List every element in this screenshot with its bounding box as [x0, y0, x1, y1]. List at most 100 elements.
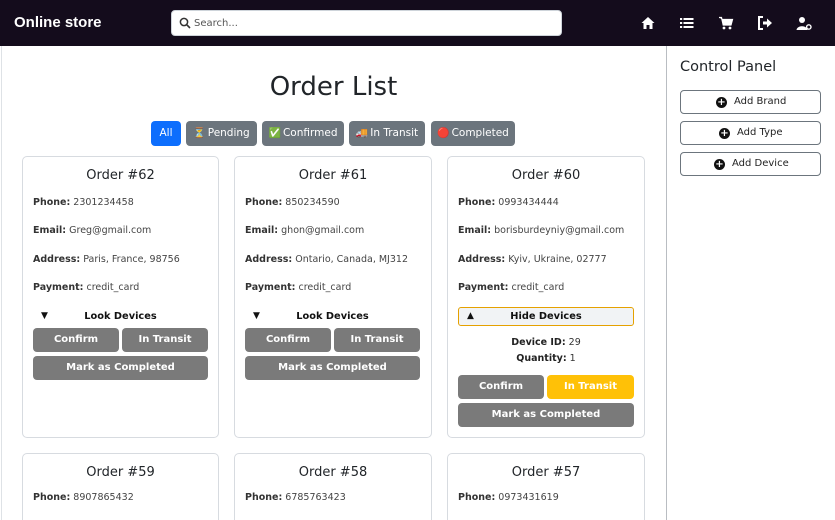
- email-label: Email:: [245, 225, 279, 236]
- order-phone: Phone: 2301234458: [33, 197, 134, 208]
- order-card: Order #61 Phone: 850234590 Email: ghon@g…: [234, 156, 432, 438]
- filter-pending-button[interactable]: ⏳ Pending: [186, 121, 257, 146]
- payment-value: credit_card: [511, 282, 565, 293]
- search-input[interactable]: [194, 11, 554, 35]
- filter-confirmed-button[interactable]: ✅ Confirmed: [262, 121, 344, 146]
- logout-icon[interactable]: [757, 15, 773, 31]
- order-phone: Phone: 850234590: [245, 197, 340, 208]
- phone-value: 2301234458: [73, 197, 134, 208]
- phone-label: Phone:: [33, 197, 71, 208]
- filter-in-transit-button[interactable]: 🚚 In Transit: [349, 121, 425, 146]
- order-email: Email: Greg@gmail.com: [33, 225, 151, 236]
- email-value: ghon@gmail.com: [281, 225, 365, 236]
- confirm-button[interactable]: Confirm: [33, 328, 119, 352]
- plus-circle-icon: +: [719, 128, 730, 139]
- hourglass-icon: ⏳: [193, 128, 206, 139]
- phone-label: Phone:: [458, 492, 496, 503]
- filter-label: All: [159, 127, 173, 139]
- order-payment: Payment: credit_card: [458, 282, 564, 293]
- control-panel-title: Control Panel: [680, 59, 777, 75]
- button-label: Add Device: [732, 158, 789, 169]
- add-device-button[interactable]: + Add Device: [680, 152, 821, 176]
- order-phone: Phone: 0973431619: [458, 492, 559, 503]
- mark-completed-button[interactable]: Mark as Completed: [245, 356, 420, 380]
- home-icon[interactable]: [640, 15, 656, 31]
- device-id-label: Device ID:: [511, 337, 566, 348]
- plus-circle-icon: +: [716, 97, 727, 108]
- order-card: Order #59 Phone: 8907865432: [22, 453, 219, 520]
- mark-completed-button[interactable]: Mark as Completed: [458, 403, 634, 427]
- address-value: Paris, France, 98756: [83, 254, 180, 265]
- order-email: Email: borisburdeyniy@gmail.com: [458, 225, 624, 236]
- order-title: Order #62: [86, 168, 155, 183]
- confirm-button[interactable]: Confirm: [458, 375, 544, 399]
- search-box[interactable]: [171, 10, 562, 36]
- order-phone: Phone: 0993434444: [458, 197, 559, 208]
- filter-label: Pending: [207, 127, 250, 139]
- order-title: Order #61: [298, 168, 368, 183]
- cart-icon[interactable]: [718, 15, 734, 31]
- in-transit-button[interactable]: In Transit: [334, 328, 420, 352]
- add-type-button[interactable]: + Add Type: [680, 121, 821, 145]
- button-label: Add Type: [737, 127, 783, 138]
- phone-value: 0993434444: [498, 197, 559, 208]
- filter-completed-button[interactable]: 🔴 Completed: [431, 121, 515, 146]
- in-transit-button[interactable]: In Transit: [122, 328, 208, 352]
- order-card: Order #62 Phone: 2301234458 Email: Greg@…: [22, 156, 219, 438]
- phone-value: 6785763423: [285, 492, 346, 503]
- red-circle-icon: 🔴: [437, 128, 450, 139]
- filter-all-button[interactable]: All: [151, 121, 181, 146]
- list-icon[interactable]: [679, 15, 695, 31]
- page-title: Order List: [269, 72, 398, 102]
- order-title: Order #57: [511, 465, 581, 480]
- in-transit-button[interactable]: In Transit: [547, 375, 634, 399]
- payment-label: Payment:: [33, 282, 84, 293]
- order-title: Order #58: [298, 465, 368, 480]
- filter-label: Confirmed: [282, 127, 338, 139]
- confirm-button[interactable]: Confirm: [245, 328, 331, 352]
- truck-icon: 🚚: [355, 128, 369, 139]
- email-label: Email:: [458, 225, 492, 236]
- admin-user-icon[interactable]: [796, 15, 812, 31]
- phone-label: Phone:: [33, 492, 71, 503]
- top-navbar: Online store: [0, 0, 835, 46]
- add-brand-button[interactable]: + Add Brand: [680, 90, 821, 114]
- check-icon: ✅: [268, 128, 281, 139]
- order-address: Address: Paris, France, 98756: [33, 254, 180, 265]
- email-value: Greg@gmail.com: [69, 225, 152, 236]
- search-icon: [179, 17, 191, 29]
- phone-value: 0973431619: [498, 492, 559, 503]
- order-card: Order #58 Phone: 6785763423: [234, 453, 432, 520]
- phone-label: Phone:: [458, 197, 496, 208]
- order-phone: Phone: 8907865432: [33, 492, 134, 503]
- hide-devices-toggle[interactable]: ▲ Hide Devices: [458, 307, 634, 326]
- email-label: Email:: [33, 225, 67, 236]
- order-card: Order #57 Phone: 0973431619: [447, 453, 645, 520]
- control-panel: Control Panel + Add Brand + Add Type + A…: [666, 46, 835, 520]
- look-devices-toggle[interactable]: ▼ Look Devices: [33, 307, 208, 326]
- toggle-label: Look Devices: [84, 311, 157, 322]
- quantity-value: 1: [569, 353, 576, 364]
- phone-label: Phone:: [245, 492, 283, 503]
- payment-label: Payment:: [245, 282, 296, 293]
- payment-value: credit_card: [86, 282, 140, 293]
- order-payment: Payment: credit_card: [33, 282, 139, 293]
- email-value: borisburdeyniy@gmail.com: [494, 225, 625, 236]
- order-address: Address: Kyiv, Ukraine, 02777: [458, 254, 607, 265]
- payment-value: credit_card: [298, 282, 352, 293]
- address-label: Address:: [33, 254, 81, 265]
- order-card: Order #60 Phone: 0993434444 Email: boris…: [447, 156, 645, 438]
- address-label: Address:: [245, 254, 293, 265]
- plus-circle-icon: +: [714, 159, 725, 170]
- phone-value: 8907865432: [73, 492, 134, 503]
- order-payment: Payment: credit_card: [245, 282, 351, 293]
- mark-completed-button[interactable]: Mark as Completed: [33, 356, 208, 380]
- toggle-label: Hide Devices: [510, 311, 582, 322]
- order-title: Order #59: [86, 465, 155, 480]
- device-id-value: 29: [568, 337, 581, 348]
- brand-link[interactable]: Online store: [14, 14, 102, 31]
- look-devices-toggle[interactable]: ▼ Look Devices: [245, 307, 420, 326]
- address-label: Address:: [458, 254, 506, 265]
- toggle-label: Look Devices: [296, 311, 369, 322]
- device-id: Device ID: 29: [448, 337, 644, 348]
